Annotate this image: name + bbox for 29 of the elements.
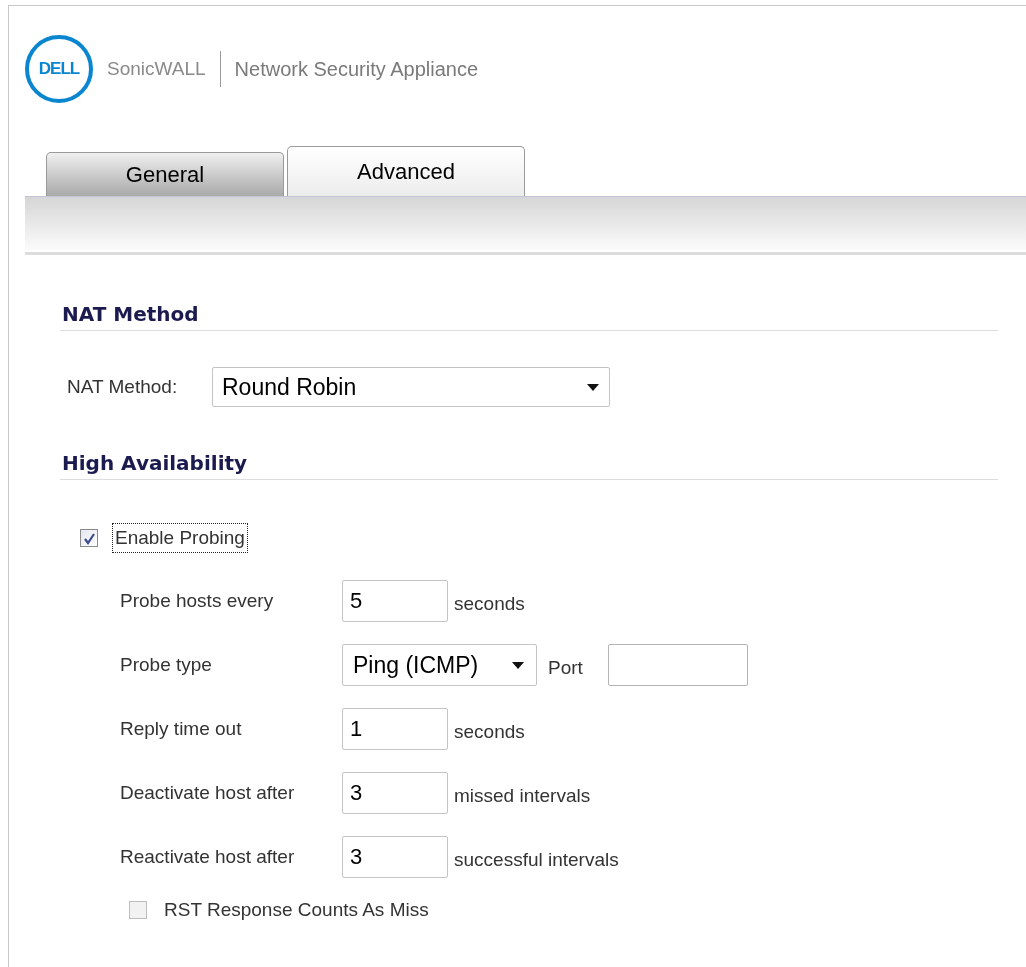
input-field[interactable]: 3 [342,836,448,878]
checkbox[interactable] [80,529,98,547]
port-label: Port [548,655,584,680]
unit-label: seconds [454,719,525,744]
field-label: Deactivate host after [120,780,296,805]
brand-name: SonicWALL [107,56,206,81]
tab[interactable]: Advanced [287,146,525,196]
port-field[interactable] [608,644,748,686]
field-label: NAT Method: [67,374,179,399]
tab[interactable]: General [46,152,284,196]
field-label: Probe hosts every [120,588,275,613]
section-heading: High Availability [61,451,249,475]
checkbox-label[interactable]: Enable Probing [112,522,248,554]
input-field[interactable]: 3 [342,772,448,814]
caret-icon [587,383,599,391]
section-heading: NAT Method [61,302,200,326]
caret-icon [512,661,524,669]
product-name: Network Security Appliance [234,57,478,82]
field-label: Probe type [120,652,213,677]
dropdown[interactable]: Round Robin [212,367,610,407]
field-label: Reply time out [120,716,243,741]
input-field[interactable]: 1 [342,708,448,750]
field-label: Reactivate host after [120,844,296,869]
input-field[interactable]: 5 [342,580,448,622]
unit-label: successful intervals [454,847,619,872]
unit-label: seconds [454,591,525,616]
unit-label: missed intervals [454,783,591,808]
dropdown[interactable]: Ping (ICMP) [342,644,537,686]
logo: DELL [25,35,93,103]
